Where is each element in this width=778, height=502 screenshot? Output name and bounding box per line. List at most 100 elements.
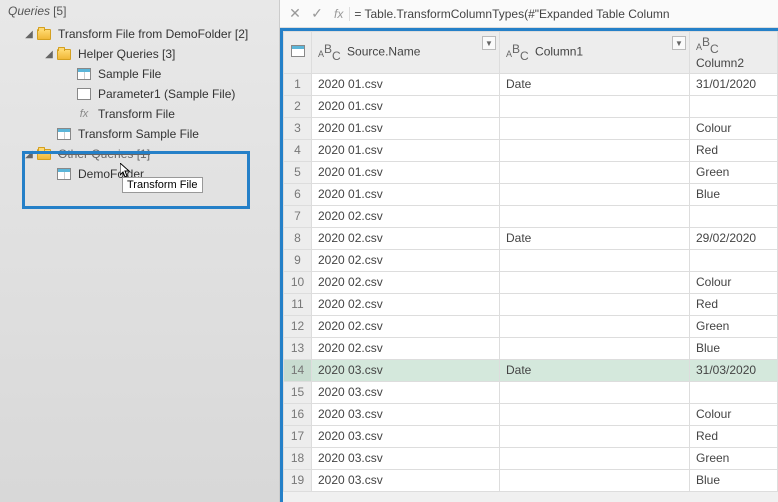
sidebar-item-parameter1-sample-file[interactable]: Parameter1 (Sample File) <box>0 84 279 104</box>
cell-source-name[interactable]: 2020 01.csv <box>312 117 500 139</box>
cell-source-name[interactable]: 2020 01.csv <box>312 161 500 183</box>
cell-column1[interactable] <box>500 293 690 315</box>
cell-column2[interactable]: 31/01/2020 <box>690 73 778 95</box>
table-row[interactable]: 182020 03.csvGreen <box>284 447 778 469</box>
sidebar-item-helper-queries-3[interactable]: ◢Helper Queries [3] <box>0 44 279 64</box>
cell-column1[interactable] <box>500 469 690 491</box>
cell-column1[interactable]: Date <box>500 227 690 249</box>
cell-column2[interactable]: Colour <box>690 117 778 139</box>
cell-column1[interactable] <box>500 315 690 337</box>
cell-column1[interactable] <box>500 425 690 447</box>
cell-column2[interactable] <box>690 205 778 227</box>
sidebar-item-transform-file-from-demofolder-2[interactable]: ◢Transform File from DemoFolder [2] <box>0 24 279 44</box>
table-row[interactable]: 172020 03.csv Red <box>284 425 778 447</box>
row-number[interactable]: 15 <box>284 381 312 403</box>
cell-column2[interactable]: Blue <box>690 469 778 491</box>
cell-source-name[interactable]: 2020 02.csv <box>312 337 500 359</box>
formula-text[interactable]: = Table.TransformColumnTypes(#"Expanded … <box>349 7 774 21</box>
cell-source-name[interactable]: 2020 02.csv <box>312 315 500 337</box>
row-header-corner[interactable] <box>284 32 312 74</box>
cell-column2[interactable]: Colour <box>690 403 778 425</box>
row-number[interactable]: 13 <box>284 337 312 359</box>
table-row[interactable]: 12020 01.csvDate31/01/2020 <box>284 73 778 95</box>
cell-column1[interactable] <box>500 139 690 161</box>
table-row[interactable]: 52020 01.csv Green <box>284 161 778 183</box>
cell-source-name[interactable]: 2020 01.csv <box>312 73 500 95</box>
table-row[interactable]: 82020 02.csvDate29/02/2020 <box>284 227 778 249</box>
row-number[interactable]: 11 <box>284 293 312 315</box>
table-row[interactable]: 142020 03.csvDate31/03/2020 <box>284 359 778 381</box>
tree-toggle-icon[interactable]: ◢ <box>24 29 34 40</box>
cell-column2[interactable]: Green <box>690 447 778 469</box>
cell-column2[interactable]: Red <box>690 293 778 315</box>
row-number[interactable]: 1 <box>284 73 312 95</box>
table-row[interactable]: 192020 03.csv Blue <box>284 469 778 491</box>
table-row[interactable]: 112020 02.csv Red <box>284 293 778 315</box>
table-row[interactable]: 22020 01.csv <box>284 95 778 117</box>
cell-column1[interactable] <box>500 205 690 227</box>
cell-column1[interactable] <box>500 183 690 205</box>
cell-column2[interactable]: Green <box>690 161 778 183</box>
table-row[interactable]: 152020 03.csv <box>284 381 778 403</box>
fx-icon[interactable]: fx <box>334 7 343 21</box>
row-number[interactable]: 7 <box>284 205 312 227</box>
table-row[interactable]: 32020 01.csvColour <box>284 117 778 139</box>
cell-column1[interactable] <box>500 381 690 403</box>
tree-toggle-icon[interactable]: ◢ <box>44 49 54 60</box>
cell-column2[interactable]: 31/03/2020 <box>690 359 778 381</box>
tree-toggle-icon[interactable]: ◢ <box>24 149 34 160</box>
cell-column2[interactable] <box>690 95 778 117</box>
row-number[interactable]: 17 <box>284 425 312 447</box>
cell-column1[interactable] <box>500 95 690 117</box>
sidebar-item-transform-sample-file[interactable]: Transform Sample File <box>0 124 279 144</box>
cell-column2[interactable]: 29/02/2020 <box>690 227 778 249</box>
cell-source-name[interactable]: 2020 02.csv <box>312 249 500 271</box>
row-number[interactable]: 4 <box>284 139 312 161</box>
column-filter-dropdown[interactable]: ▼ <box>482 36 496 50</box>
table-row[interactable]: 122020 02.csvGreen <box>284 315 778 337</box>
table-row[interactable]: 102020 02.csv Colour <box>284 271 778 293</box>
row-number[interactable]: 19 <box>284 469 312 491</box>
column-header-column2[interactable]: ABC Column2 <box>690 32 778 74</box>
table-row[interactable]: 62020 01.csvBlue <box>284 183 778 205</box>
cell-column2[interactable]: Red <box>690 425 778 447</box>
cell-source-name[interactable]: 2020 03.csv <box>312 469 500 491</box>
row-number[interactable]: 9 <box>284 249 312 271</box>
cell-column2[interactable]: Blue <box>690 183 778 205</box>
cell-column1[interactable] <box>500 249 690 271</box>
cell-source-name[interactable]: 2020 02.csv <box>312 293 500 315</box>
row-number[interactable]: 12 <box>284 315 312 337</box>
cell-column2[interactable]: Colour <box>690 271 778 293</box>
cell-column2[interactable]: Red <box>690 139 778 161</box>
column-filter-dropdown[interactable]: ▼ <box>672 36 686 50</box>
cell-source-name[interactable]: 2020 02.csv <box>312 205 500 227</box>
column-header-column1[interactable]: ABC Column1 ▼ <box>500 32 690 74</box>
cell-column1[interactable]: Date <box>500 359 690 381</box>
cell-column1[interactable] <box>500 271 690 293</box>
cell-source-name[interactable]: 2020 03.csv <box>312 359 500 381</box>
cell-source-name[interactable]: 2020 03.csv <box>312 425 500 447</box>
table-row[interactable]: 42020 01.csv Red <box>284 139 778 161</box>
cell-column1[interactable] <box>500 117 690 139</box>
formula-cancel-button[interactable]: ✕ <box>284 5 306 22</box>
cell-source-name[interactable]: 2020 03.csv <box>312 381 500 403</box>
cell-column2[interactable] <box>690 381 778 403</box>
cell-source-name[interactable]: 2020 02.csv <box>312 271 500 293</box>
cell-column1[interactable] <box>500 403 690 425</box>
cell-column1[interactable] <box>500 161 690 183</box>
row-number[interactable]: 6 <box>284 183 312 205</box>
cell-source-name[interactable]: 2020 03.csv <box>312 403 500 425</box>
row-number[interactable]: 18 <box>284 447 312 469</box>
table-row[interactable]: 132020 02.csv Blue <box>284 337 778 359</box>
cell-source-name[interactable]: 2020 01.csv <box>312 139 500 161</box>
sidebar-item-sample-file[interactable]: Sample File <box>0 64 279 84</box>
cell-column1[interactable] <box>500 447 690 469</box>
cell-column2[interactable] <box>690 249 778 271</box>
row-number[interactable]: 5 <box>284 161 312 183</box>
table-row[interactable]: 162020 03.csvColour <box>284 403 778 425</box>
row-number[interactable]: 8 <box>284 227 312 249</box>
row-number[interactable]: 10 <box>284 271 312 293</box>
table-row[interactable]: 72020 02.csv <box>284 205 778 227</box>
cell-source-name[interactable]: 2020 01.csv <box>312 95 500 117</box>
cell-column2[interactable]: Blue <box>690 337 778 359</box>
